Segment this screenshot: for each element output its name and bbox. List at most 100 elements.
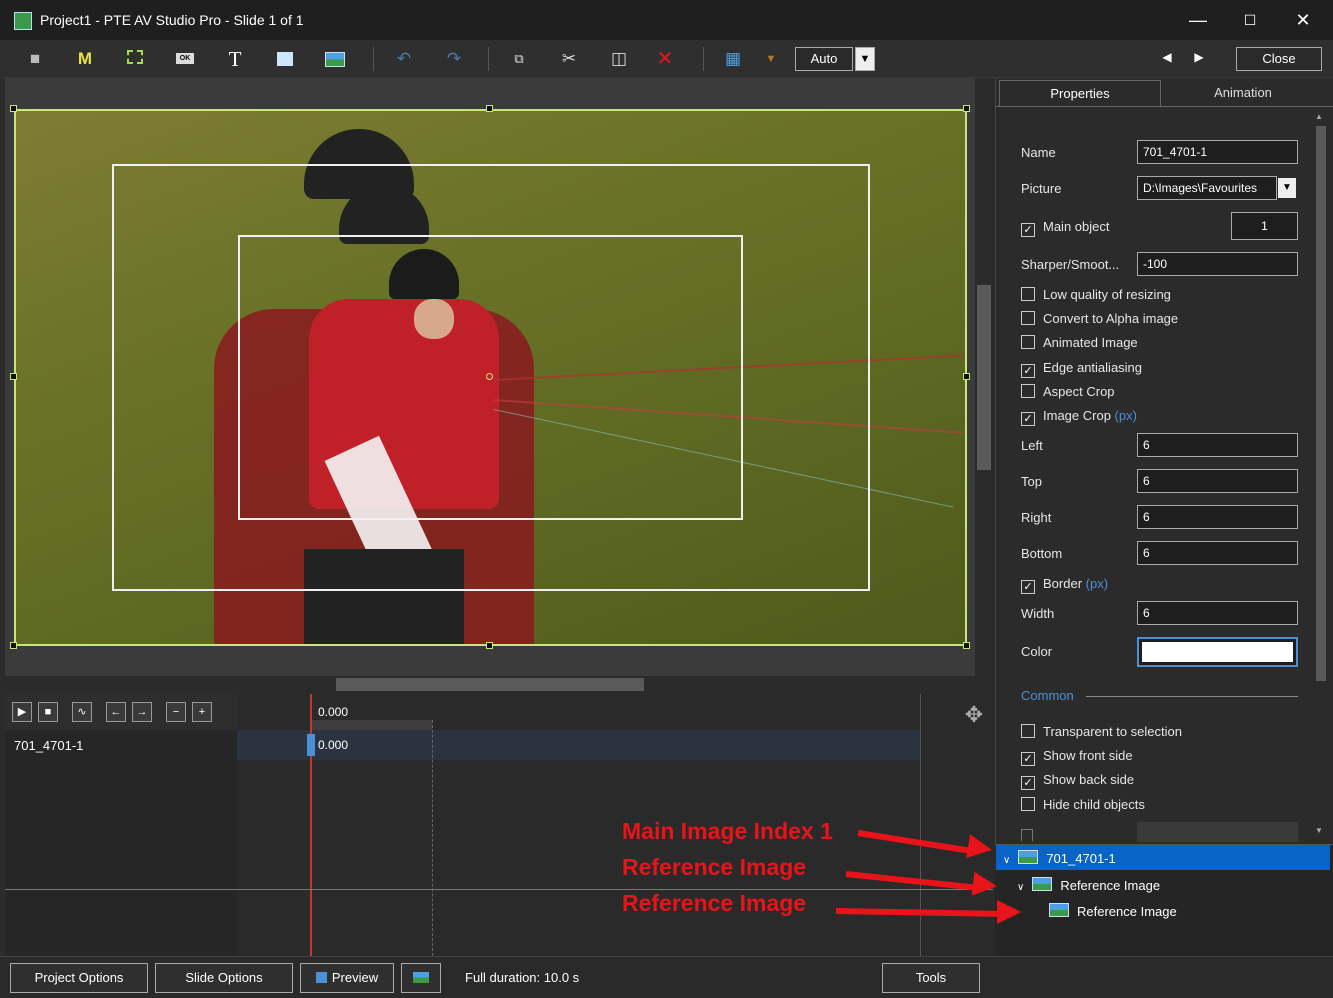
zoom-select[interactable]: Auto [795, 47, 853, 71]
copy-icon[interactable]: ⧉ [508, 48, 530, 70]
prev-slide-icon[interactable]: ◀ [1160, 50, 1174, 68]
paste-icon[interactable]: ◫ [608, 48, 630, 70]
sharper-field[interactable]: -100 [1137, 252, 1298, 276]
frame-icon[interactable] [124, 48, 146, 70]
minimize-icon[interactable]: — [1186, 10, 1210, 30]
play-icon[interactable]: ▶ [12, 702, 32, 722]
grid-icon[interactable]: ▦ [722, 48, 744, 70]
close-window-icon[interactable]: ✕ [1291, 10, 1315, 30]
resize-handle[interactable] [10, 642, 17, 649]
main-object-index-field[interactable]: 1 [1231, 212, 1298, 240]
checkbox-icon: ✓ [1021, 364, 1035, 378]
tab-animation[interactable]: Animation [1163, 80, 1323, 106]
tree-item-reference-child[interactable]: Reference Image [1049, 903, 1177, 919]
bottom-field[interactable]: 6 [1137, 541, 1298, 565]
delete-icon[interactable]: ✕ [654, 48, 676, 70]
tree-item-label: Reference Image [1060, 878, 1161, 893]
zoom-out-icon[interactable]: − [166, 702, 186, 722]
tree-item-main[interactable]: ∨ 701_4701-1 [1003, 850, 1116, 866]
left-field[interactable]: 6 [1137, 433, 1298, 457]
image-crop-checkbox[interactable]: ✓ Image Crop (px) [1021, 408, 1137, 426]
canvas-horizontal-scroll-thumb[interactable] [336, 678, 644, 691]
keyframe-marker[interactable] [307, 734, 315, 756]
rectangle-icon[interactable] [274, 48, 296, 70]
mask-icon[interactable]: M [74, 48, 96, 70]
edge-antialiasing-checkbox[interactable]: ✓ Edge antialiasing [1021, 360, 1142, 378]
center-handle[interactable] [486, 373, 493, 380]
chevron-down-icon[interactable]: ▼ [855, 47, 875, 71]
arrow-left-icon[interactable]: ← [106, 702, 126, 722]
color-picker[interactable] [1137, 637, 1298, 667]
properties-scroll-thumb[interactable] [1316, 126, 1326, 681]
canvas-vertical-scroll-thumb[interactable] [977, 285, 991, 470]
scroll-up-icon[interactable]: ▲ [1315, 112, 1323, 121]
redo-icon[interactable]: ↷ [443, 48, 465, 70]
close-button[interactable]: Close [1236, 47, 1322, 71]
chevron-down-icon[interactable]: ∨ [1003, 855, 1010, 866]
tools-button[interactable]: Tools [882, 963, 980, 993]
animated-image-label: Animated Image [1043, 335, 1138, 350]
chevron-down-icon[interactable]: ▼ [1278, 178, 1296, 198]
show-back-checkbox[interactable]: ✓ Show back side [1021, 772, 1134, 790]
resize-handle[interactable] [963, 642, 970, 649]
checkbox-icon[interactable] [1021, 829, 1033, 841]
resize-handle[interactable] [963, 105, 970, 112]
project-options-button[interactable]: Project Options [10, 963, 148, 993]
show-back-label: Show back side [1043, 772, 1135, 787]
chevron-down-icon[interactable]: ∨ [1017, 882, 1024, 893]
checkbox-icon: ✓ [1021, 752, 1035, 766]
animated-image-checkbox[interactable]: Animated Image [1021, 335, 1138, 350]
checkbox-icon: ✓ [1021, 223, 1035, 237]
main-object-checkbox[interactable]: ✓ Main object [1021, 219, 1109, 237]
picture-field[interactable]: D:\Images\Favourites [1137, 176, 1277, 200]
right-field[interactable]: 6 [1137, 505, 1298, 529]
timeline-row-label[interactable]: 701_4701-1 [14, 738, 83, 753]
move-icon[interactable]: ✥ [960, 702, 988, 730]
low-quality-checkbox[interactable]: Low quality of resizing [1021, 287, 1171, 302]
slideshow-icon [413, 972, 429, 983]
next-slide-icon[interactable]: ▶ [1192, 50, 1206, 68]
preview-button[interactable]: Preview [300, 963, 394, 993]
undo-icon[interactable]: ↶ [393, 48, 415, 70]
slide-options-button[interactable]: Slide Options [155, 963, 293, 993]
cut-icon[interactable]: ✂ [558, 48, 580, 70]
border-checkbox[interactable]: ✓ Border (px) [1021, 576, 1108, 594]
scroll-down-icon[interactable]: ▼ [1315, 826, 1323, 835]
waveform-icon[interactable]: ∿ [72, 702, 92, 722]
image-icon [1018, 850, 1039, 864]
image-icon[interactable] [324, 48, 346, 70]
low-quality-label: Low quality of resizing [1043, 287, 1171, 302]
text-icon[interactable]: T [224, 48, 246, 70]
resize-handle[interactable] [486, 642, 493, 649]
width-field[interactable]: 6 [1137, 601, 1298, 625]
camera-icon[interactable]: ■ [24, 48, 46, 70]
resize-handle[interactable] [486, 105, 493, 112]
resize-handle[interactable] [963, 373, 970, 380]
transparent-selection-checkbox[interactable]: Transparent to selection [1021, 724, 1182, 739]
name-field[interactable]: 701_4701-1 [1137, 140, 1298, 164]
button-icon[interactable]: OK [174, 48, 196, 70]
slideshow-icon-button[interactable] [401, 963, 441, 993]
timeline-end-line [920, 694, 921, 956]
aspect-crop-checkbox[interactable]: Aspect Crop [1021, 384, 1115, 399]
hide-child-checkbox[interactable]: Hide child objects [1021, 797, 1145, 812]
resize-handle[interactable] [10, 105, 17, 112]
show-front-checkbox[interactable]: ✓ Show front side [1021, 748, 1133, 766]
convert-alpha-checkbox[interactable]: Convert to Alpha image [1021, 311, 1178, 326]
arrow-right-icon[interactable]: → [132, 702, 152, 722]
border-label: Border [1043, 576, 1083, 591]
tab-properties[interactable]: Properties [999, 80, 1161, 106]
zoom-in-icon[interactable]: + [192, 702, 212, 722]
grid-dropdown-icon[interactable]: ▼ [760, 48, 782, 70]
arrow-head-icon [966, 834, 994, 862]
resize-handle[interactable] [10, 373, 17, 380]
maximize-icon[interactable]: ☐ [1238, 10, 1262, 30]
tree-item-reference[interactable]: ∨ Reference Image [1017, 877, 1160, 893]
checkbox-icon [1021, 724, 1035, 738]
stop-icon[interactable]: ■ [38, 702, 58, 722]
full-duration: Full duration: 10.0 s [465, 970, 580, 985]
button-icon-label: OK [176, 53, 194, 64]
partially-hidden-field[interactable] [1137, 822, 1298, 842]
top-field[interactable]: 6 [1137, 469, 1298, 493]
bottom-label: Bottom [1021, 546, 1063, 561]
